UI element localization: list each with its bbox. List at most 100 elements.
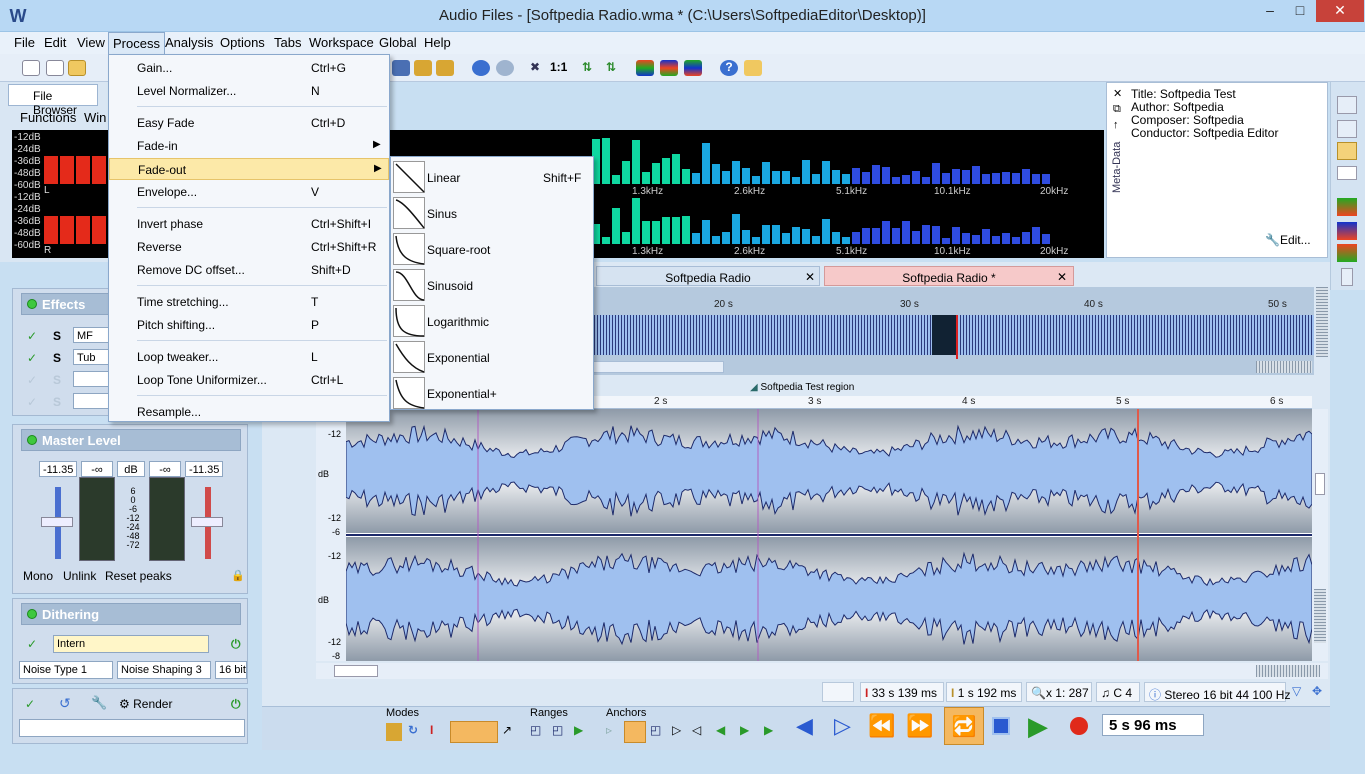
tab-close-icon[interactable]: ✕	[1057, 270, 1067, 284]
overview-vscroll[interactable]	[1316, 287, 1328, 357]
power-icon[interactable]: ⏻	[231, 697, 241, 712]
anchor-icon[interactable]: ◁	[692, 723, 708, 741]
fade-out-option[interactable]: Sinus	[391, 195, 593, 231]
check-icon[interactable]: ✓	[25, 697, 35, 711]
fade-out-option[interactable]: Square-root	[391, 231, 593, 267]
fast-rewind-icon[interactable]: ⏪	[868, 713, 895, 739]
process-menu-item[interactable]: Time stretching... T	[109, 291, 389, 313]
mode-active-button[interactable]	[450, 721, 498, 743]
fade-out-option[interactable]: Sinusoid	[391, 267, 593, 303]
menu-analysis[interactable]: Analysis	[165, 35, 213, 50]
process-menu-item[interactable]: Gain... Ctrl+G	[109, 57, 389, 79]
fade-out-option[interactable]: Logarithmic	[391, 303, 593, 339]
anchor-next-icon[interactable]: ▶	[740, 723, 756, 741]
fade-out-option[interactable]: Exponential	[391, 339, 593, 375]
reset-peaks-button[interactable]: Reset peaks	[105, 569, 172, 583]
solo-button[interactable]: S	[53, 373, 61, 387]
spectrum-tool-icon[interactable]	[1337, 222, 1357, 240]
vscroll-thumb[interactable]	[1315, 473, 1325, 495]
check-icon[interactable]: ✓	[27, 395, 37, 409]
mono-button[interactable]: Mono	[23, 569, 53, 583]
process-menu-item[interactable]: Remove DC offset... Shift+D	[109, 259, 389, 281]
vertical-zoom-slider[interactable]	[1314, 589, 1326, 643]
process-menu-item[interactable]: Loop tweaker... L	[109, 346, 389, 368]
waveform-vscroll[interactable]	[1312, 409, 1328, 661]
undo-icon[interactable]: ↺	[59, 695, 71, 712]
process-menu-item[interactable]: Reverse Ctrl+Shift+R	[109, 236, 389, 258]
spectrum-icon[interactable]	[636, 60, 654, 76]
whats-this-icon[interactable]	[744, 60, 762, 76]
check-icon[interactable]: ✓	[27, 329, 37, 343]
process-menu-item[interactable]: Level Normalizer... N	[109, 80, 389, 102]
range-play-icon[interactable]: ▶	[574, 723, 590, 741]
region-marker[interactable]: ◢ Softpedia Test region	[750, 382, 854, 393]
noise-type-select[interactable]: Noise Type 1	[19, 661, 113, 679]
stop-icon[interactable]	[992, 717, 1010, 735]
wrench-icon[interactable]: 🔧	[91, 695, 107, 711]
anchor-icon[interactable]: ▹	[606, 723, 622, 741]
loop-button[interactable]: 🔁	[944, 707, 984, 745]
overview-waveform[interactable]: 20 s 30 s 40 s 50 s	[592, 287, 1314, 375]
tool-icon[interactable]	[414, 60, 432, 76]
close-panel-icon[interactable]: ✕	[1113, 87, 1122, 100]
tag-icon[interactable]	[1337, 142, 1357, 160]
anchor-active-button[interactable]	[624, 721, 646, 743]
spectrum3-icon[interactable]	[684, 60, 702, 76]
menu-process[interactable]: Process	[108, 32, 165, 54]
check-icon[interactable]: ✓	[27, 373, 37, 387]
waveform-hscroll[interactable]	[316, 663, 1328, 679]
process-menu-item[interactable]: Loop Tone Uniformizer... Ctrl+L	[109, 369, 389, 391]
menu-global[interactable]: Global	[379, 35, 417, 50]
process-menu-item[interactable]: Fade-in ▶	[109, 135, 389, 157]
anchor-icon[interactable]: ◰	[650, 723, 666, 741]
solo-button[interactable]: S	[53, 329, 61, 343]
process-menu-item[interactable]: Invert phase Ctrl+Shift+I	[109, 213, 389, 235]
horizontal-zoom-slider[interactable]	[1256, 665, 1320, 677]
maximize-button[interactable]: □	[1285, 0, 1315, 22]
master-level-header[interactable]: Master Level	[21, 429, 241, 451]
hscroll-thumb[interactable]	[334, 665, 378, 677]
fade-out-option[interactable]: Linear Shift+F	[391, 159, 593, 195]
overview-scrollbar[interactable]	[592, 361, 724, 373]
minimize-button[interactable]: –	[1255, 0, 1285, 22]
mode-cursor-icon[interactable]: ↗	[502, 723, 518, 741]
forward-icon[interactable]	[496, 60, 514, 76]
pin-panel-icon[interactable]: ↑	[1113, 119, 1119, 131]
bit-depth-select[interactable]: 16 bit	[215, 661, 247, 679]
close-button[interactable]: ✕	[1316, 0, 1364, 22]
anchor-prev-icon[interactable]: ◀	[716, 723, 732, 741]
process-menu-item[interactable]: Envelope... V	[109, 181, 389, 203]
check-icon[interactable]: ✓	[27, 637, 37, 651]
filter-icon[interactable]: ▽	[1292, 684, 1301, 698]
process-menu-item[interactable]: Fade-out ▶	[109, 158, 389, 180]
spectrum-tool-icon[interactable]	[1337, 198, 1357, 216]
piano-icon[interactable]	[1337, 166, 1357, 180]
menu-help[interactable]: Help	[424, 35, 451, 50]
back-icon[interactable]	[472, 60, 490, 76]
zoom-out-icon[interactable]: ⇅	[602, 60, 620, 76]
new-copy-icon[interactable]	[46, 60, 64, 76]
fast-forward-icon[interactable]: ⏩	[906, 713, 933, 739]
play-forward-icon[interactable]: ▷	[834, 713, 851, 739]
waveform-view[interactable]	[345, 409, 1313, 661]
left-fader-handle[interactable]	[41, 517, 73, 527]
menu-tabs[interactable]: Tabs	[274, 35, 301, 50]
doc-tab-active[interactable]: Softpedia Radio * ✕	[824, 266, 1074, 286]
right-fader-handle[interactable]	[191, 517, 223, 527]
doc-tab[interactable]: Softpedia Radio ✕	[596, 266, 820, 286]
range-icon[interactable]: ◰	[552, 723, 568, 741]
solo-button[interactable]: S	[53, 351, 61, 365]
scroll-tool-icon[interactable]	[1341, 268, 1353, 286]
mode-icon[interactable]: I	[430, 723, 446, 741]
new-file-icon[interactable]	[22, 60, 40, 76]
process-menu-item[interactable]: Easy Fade Ctrl+D	[109, 112, 389, 134]
dithering-header[interactable]: Dithering	[21, 603, 241, 625]
zoom-1-1-button[interactable]: 1:1	[550, 60, 567, 74]
mode-icon[interactable]	[386, 723, 402, 741]
anchor-icon[interactable]: ▷	[672, 723, 688, 741]
tool2-icon[interactable]	[436, 60, 454, 76]
meta-edit-button[interactable]: 🔧Edit...	[1265, 233, 1311, 247]
help-icon[interactable]: ?	[720, 60, 738, 76]
overview-zoom-slider[interactable]	[1256, 361, 1312, 373]
mode-icon[interactable]: ↻	[408, 723, 424, 741]
